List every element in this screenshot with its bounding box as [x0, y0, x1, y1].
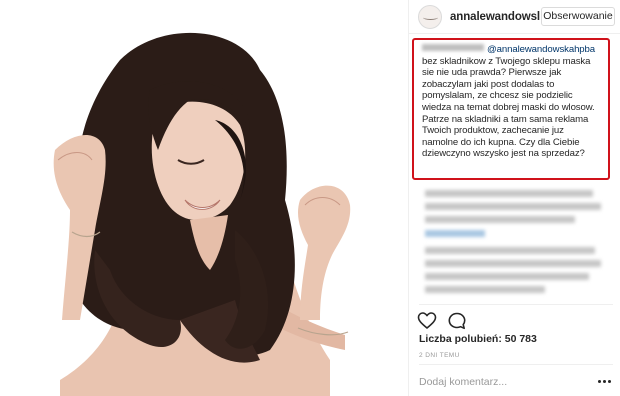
blurred-comment-line	[425, 247, 595, 254]
blurred-comment-line	[425, 286, 545, 293]
comment-text: bez skladnikow z Twojego sklepu maska si…	[422, 55, 595, 160]
follow-button[interactable]: Obserwowanie	[541, 7, 615, 26]
heart-icon[interactable]	[417, 311, 437, 331]
post-sidebar: annalewandowsl Obserwowanie @annalewando…	[408, 0, 620, 396]
highlighted-comment: @annalewandowskahpba bez skladnikow z Tw…	[412, 38, 610, 180]
actions-divider	[419, 304, 613, 305]
likes-count[interactable]: Liczba polubień: 50 783	[419, 333, 537, 345]
blurred-comment-line	[425, 203, 601, 210]
comment-mention-link[interactable]: @annalewandowskahpba	[487, 44, 595, 55]
comment-input-divider	[419, 364, 613, 365]
blurred-comment-line	[425, 260, 601, 267]
speech-bubble-icon[interactable]	[447, 311, 467, 331]
blurred-comment-line	[425, 273, 589, 280]
username-link[interactable]: annalewandowsl	[450, 11, 541, 23]
post-header: annalewandowsl Obserwowanie	[409, 0, 620, 34]
more-options-icon[interactable]	[598, 380, 612, 386]
blurred-comment-line	[425, 190, 593, 197]
blurred-commenter-name	[422, 44, 484, 51]
more-dot	[608, 380, 611, 383]
comment-body: @annalewandowskahpba bez skladnikow z Tw…	[422, 44, 600, 160]
blurred-comment-link	[425, 230, 485, 237]
post-photo[interactable]	[0, 0, 408, 396]
portrait-illustration	[53, 32, 351, 396]
profile-avatar[interactable]	[418, 5, 442, 29]
avatar-signature	[423, 15, 438, 20]
more-dot	[603, 380, 606, 383]
post-timestamp: 2 DNI TEMU	[419, 352, 460, 359]
instagram-post-view: annalewandowsl Obserwowanie @annalewando…	[0, 0, 620, 396]
blurred-comment-line	[425, 216, 575, 223]
add-comment-input[interactable]: Dodaj komentarz...	[419, 376, 507, 388]
more-dot	[598, 380, 601, 383]
